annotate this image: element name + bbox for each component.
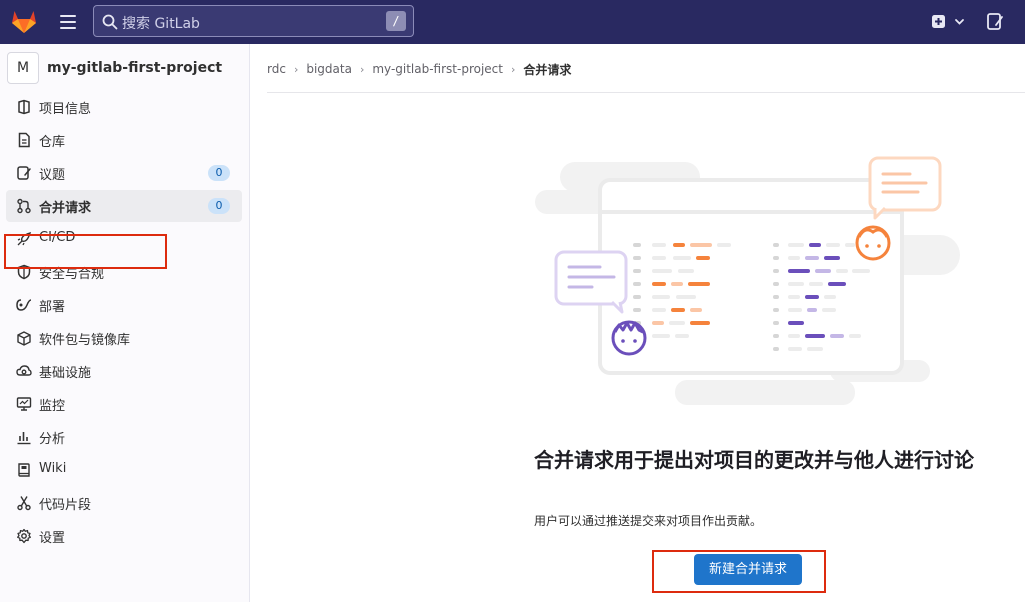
- highlight-box-new-merge-request: [652, 550, 826, 593]
- sidebar-item-label: 部署: [39, 300, 66, 315]
- top-navigation-bar: 搜索 GitLab /: [0, 0, 1025, 44]
- new-dropdown-button[interactable]: [930, 12, 968, 32]
- sidebar-item-merge-requests[interactable]: 合并请求 0: [6, 190, 242, 222]
- breadcrumb: rdc › bigdata › my-gitlab-first-project …: [267, 60, 571, 78]
- deployments-icon: [16, 299, 32, 311]
- empty-state-description: 用户可以通过推送提交来对项目作出贡献。: [534, 514, 763, 528]
- hamburger-menu-icon[interactable]: [56, 10, 80, 34]
- chart-icon: [17, 432, 31, 445]
- repository-icon: [18, 132, 30, 148]
- package-icon: [17, 331, 31, 346]
- scissors-icon: [17, 496, 31, 511]
- empty-state-title: 合并请求用于提出对项目的更改并与他人进行讨论: [534, 448, 974, 472]
- sidebar-item-deployments[interactable]: 部署: [6, 289, 242, 321]
- sidebar-item-label: 仓库: [39, 135, 66, 150]
- sidebar-item-label: 合并请求: [39, 201, 92, 216]
- sidebar-item-label: 分析: [39, 432, 66, 447]
- issues-count-badge: 0: [208, 165, 230, 181]
- sidebar-item-label: Wiki: [39, 461, 67, 476]
- sidebar-item-project-info[interactable]: 项目信息: [6, 91, 242, 123]
- sidebar-item-infrastructure[interactable]: 基础设施: [6, 355, 242, 387]
- book-icon: [18, 463, 30, 477]
- breadcrumb-divider: [267, 92, 1025, 93]
- breadcrumb-item-rdc[interactable]: rdc: [267, 62, 286, 76]
- monitor-icon: [16, 397, 32, 411]
- sidebar-item-label: 议题: [39, 168, 66, 183]
- sidebar-item-monitor[interactable]: 监控: [6, 388, 242, 420]
- sidebar-item-repository[interactable]: 仓库: [6, 124, 242, 156]
- gear-icon: [17, 528, 31, 544]
- search-input[interactable]: 搜索 GitLab /: [93, 5, 414, 37]
- issues-icon: [17, 166, 31, 180]
- breadcrumb-separator: ›: [293, 62, 299, 76]
- sidebar-item-snippets[interactable]: 代码片段: [6, 487, 242, 519]
- sidebar-item-issues[interactable]: 议题 0: [6, 157, 242, 189]
- search-placeholder: 搜索 GitLab: [122, 16, 200, 32]
- sidebar-item-label: 基础设施: [39, 366, 92, 381]
- sidebar-item-packages[interactable]: 软件包与镜像库: [6, 322, 242, 354]
- sidebar-item-label: 监控: [39, 399, 66, 414]
- breadcrumb-item-bigdata[interactable]: bigdata: [306, 62, 352, 76]
- search-icon: [102, 14, 118, 30]
- project-info-icon: [18, 99, 30, 115]
- sidebar-item-settings[interactable]: 设置: [6, 520, 242, 552]
- sidebar-item-wiki[interactable]: Wiki: [6, 454, 242, 486]
- breadcrumb-separator: ›: [511, 62, 516, 76]
- todo-icon[interactable]: [984, 11, 1006, 33]
- highlight-box-merge-requests: [4, 234, 167, 269]
- merge-request-icon: [17, 198, 31, 214]
- sidebar-item-label: 设置: [39, 531, 66, 546]
- sidebar-item-label: 软件包与镜像库: [39, 333, 131, 348]
- project-sidebar: M my-gitlab-first-project 项目信息 仓库 议题 0 合…: [0, 44, 250, 602]
- breadcrumb-item-project[interactable]: my-gitlab-first-project: [372, 62, 503, 76]
- project-header[interactable]: M my-gitlab-first-project: [7, 52, 243, 84]
- merge-requests-count-badge: 0: [208, 198, 230, 214]
- breadcrumb-current: 合并请求: [523, 62, 572, 77]
- search-shortcut-hint: /: [386, 11, 406, 31]
- sidebar-item-analytics[interactable]: 分析: [6, 421, 242, 453]
- sidebar-item-label: 代码片段: [39, 498, 92, 513]
- cloud-gear-icon: [16, 365, 32, 376]
- sidebar-item-label: 项目信息: [39, 102, 92, 117]
- project-name[interactable]: my-gitlab-first-project: [47, 60, 222, 76]
- project-avatar[interactable]: M: [7, 52, 39, 84]
- merge-requests-empty-illustration: [535, 156, 960, 405]
- breadcrumb-separator: ›: [359, 62, 365, 76]
- gitlab-logo[interactable]: [10, 8, 38, 34]
